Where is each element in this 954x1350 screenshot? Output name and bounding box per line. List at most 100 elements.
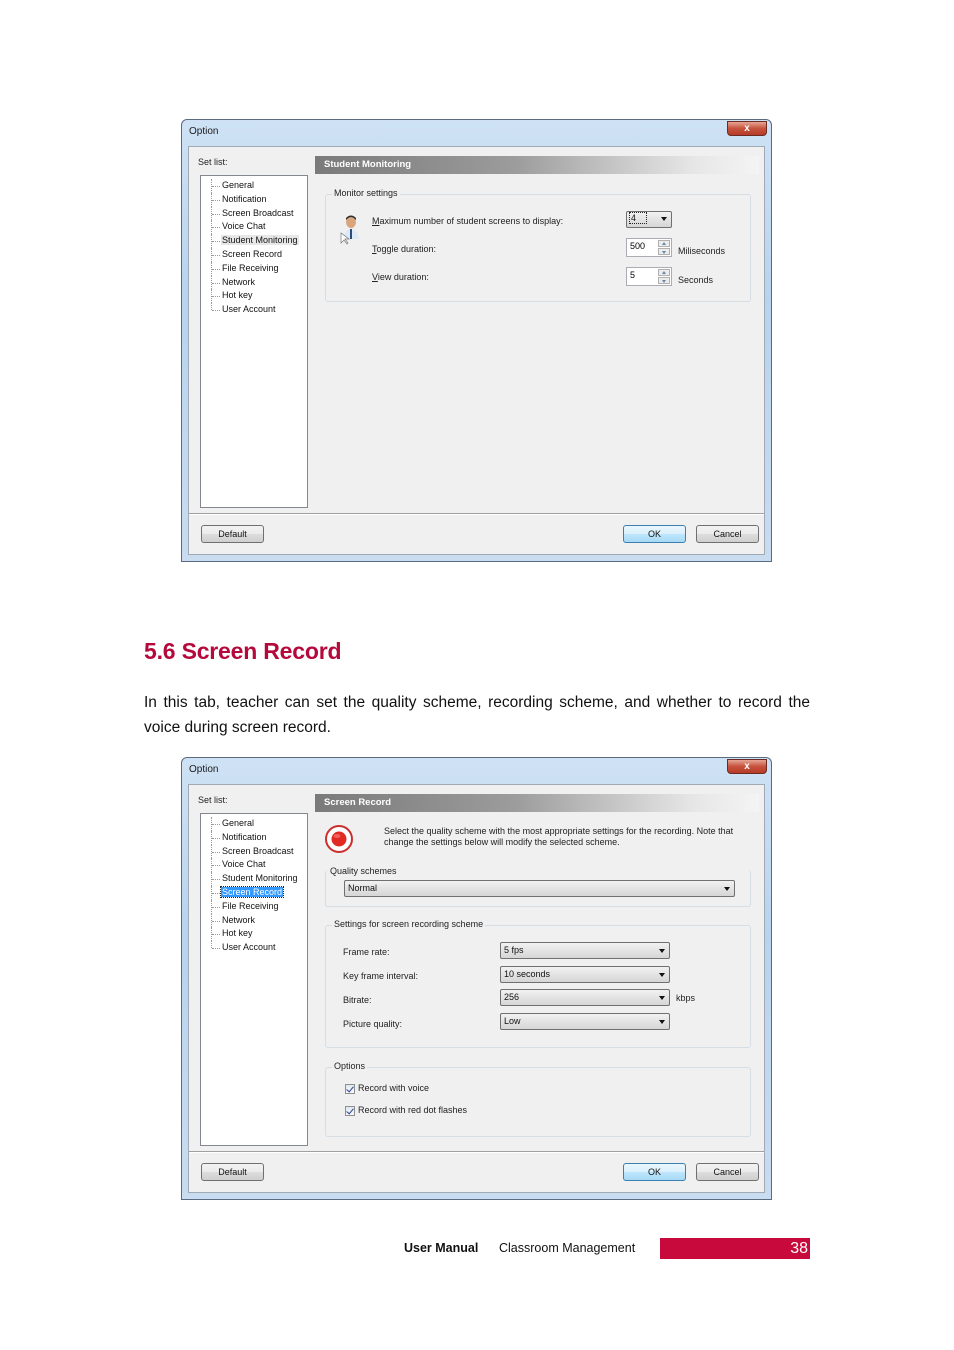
panel-header: Screen Record <box>315 794 759 812</box>
bitrate-combo[interactable]: 256 <box>500 989 670 1006</box>
toggle-duration-label: Toggle duration: <box>372 244 436 254</box>
tree-item-label: Voice Chat <box>222 221 266 232</box>
record-icon <box>325 825 353 853</box>
tree-item-voice-chat[interactable]: Voice Chat <box>209 858 299 872</box>
tree-item-user-account[interactable]: User Account <box>209 941 299 955</box>
group-title: Settings for screen recording scheme <box>332 919 486 929</box>
quality-schemes-group: Quality schemes Normal <box>325 866 751 907</box>
chevron-down-icon <box>659 973 665 977</box>
close-button[interactable]: x <box>727 121 767 136</box>
spin-down-icon[interactable] <box>658 248 670 255</box>
close-button[interactable]: x <box>727 759 767 774</box>
cancel-button[interactable]: Cancel <box>696 1163 759 1181</box>
chevron-down-icon <box>661 217 667 221</box>
ok-button[interactable]: OK <box>623 525 686 543</box>
group-title: Quality schemes <box>328 866 399 876</box>
toggle-duration-spinner[interactable]: 500 <box>626 238 672 257</box>
tree-item-hot-key[interactable]: Hot key <box>209 289 299 303</box>
tree-item-student-monitoring[interactable]: Student Monitoring <box>209 872 299 886</box>
spinner-value: 5 <box>630 270 636 280</box>
tree-item-label: Student Monitoring <box>221 235 299 246</box>
tree-item-hot-key[interactable]: Hot key <box>209 927 299 941</box>
combo-value: Normal <box>348 883 378 893</box>
tree-item-label: General <box>222 818 255 828</box>
ok-button[interactable]: OK <box>623 1163 686 1181</box>
tree-item-label: Network <box>222 914 256 925</box>
set-list-tree[interactable]: General Notification Screen Broadcast Vo… <box>200 813 308 1146</box>
tree-item-notification[interactable]: Notification <box>209 830 299 845</box>
frame-rate-combo[interactable]: 5 fps <box>500 942 670 959</box>
set-list-label: Set list: <box>198 157 228 167</box>
tree-item-general[interactable]: General <box>209 817 299 831</box>
group-title: Monitor settings <box>332 188 400 198</box>
combo-value: 5 fps <box>504 945 524 955</box>
section-paragraph: In this tab, teacher can set the quality… <box>144 694 810 736</box>
key-frame-interval-combo[interactable]: 10 seconds <box>500 966 670 983</box>
title-bar[interactable]: Option x <box>182 120 771 146</box>
window-title: Option <box>189 126 219 137</box>
tree-item-label: General <box>222 180 255 190</box>
tree-item-label: User Account <box>222 942 276 953</box>
tree-item-voice-chat[interactable]: Voice Chat <box>209 220 299 234</box>
view-duration-spinner[interactable]: 5 <box>626 267 672 286</box>
footer-title: User Manual <box>404 1241 479 1255</box>
tree-item-file-receiving[interactable]: File Receiving <box>209 899 299 914</box>
tree-item-label: Notification <box>222 193 267 204</box>
combo-value: 10 seconds <box>504 969 551 979</box>
tree-item-student-monitoring[interactable]: Student Monitoring <box>209 234 299 248</box>
tree-item-user-account[interactable]: User Account <box>209 303 299 317</box>
view-duration-unit: Seconds <box>678 275 714 285</box>
max-screens-combo[interactable]: 4 <box>626 211 672 228</box>
panel-title: Screen Record <box>324 797 392 808</box>
picture-quality-combo[interactable]: Low <box>500 1013 670 1030</box>
tree-item-label: Hot key <box>222 928 253 939</box>
record-description: Select the quality scheme with the most … <box>384 826 734 847</box>
spin-up-icon[interactable] <box>658 240 670 247</box>
quality-scheme-combo[interactable]: Normal <box>344 880 735 897</box>
spin-down-icon[interactable] <box>658 277 670 284</box>
view-duration-label: View duration: <box>372 272 429 282</box>
chevron-down-icon <box>659 1020 665 1024</box>
label-text: iew duration: <box>377 272 429 282</box>
frame-rate-label: Frame rate: <box>343 947 390 957</box>
tree-item-notification[interactable]: Notification <box>209 192 299 207</box>
combo-value: 256 <box>504 992 520 1002</box>
label-text: oggle duration: <box>376 244 437 254</box>
tree-item-label: Screen Record <box>222 248 283 259</box>
title-bar[interactable]: Option x <box>182 758 771 784</box>
tree-item-label: Network <box>222 276 256 287</box>
tree-item-label: File Receiving <box>222 262 279 273</box>
record-with-voice-label[interactable]: Record with voice <box>358 1083 429 1093</box>
page-number: 38 <box>790 1240 808 1257</box>
dialog-client-area: Set list: General Notification Screen Br… <box>188 146 765 555</box>
tree-item-file-receiving[interactable]: File Receiving <box>209 261 299 276</box>
record-red-dot-checkbox[interactable] <box>345 1106 355 1116</box>
combo-value: 4 <box>628 212 648 224</box>
student-monitor-icon <box>340 215 359 245</box>
option-dialog-student-monitoring: Option x Set list: General Notification … <box>181 119 772 562</box>
tree-item-label: Screen Broadcast <box>222 845 294 856</box>
tree-item-general[interactable]: General <box>209 179 299 193</box>
tree-item-screen-record[interactable]: Screen Record <box>209 247 299 262</box>
max-screens-label: Maximum number of student screens to dis… <box>372 216 563 226</box>
tree-item-network[interactable]: Network <box>209 275 299 290</box>
cancel-button[interactable]: Cancel <box>696 525 759 543</box>
set-list-tree[interactable]: General Notification Screen Broadcast Vo… <box>200 175 308 508</box>
spin-up-icon[interactable] <box>658 269 670 276</box>
window-title: Option <box>189 764 219 775</box>
toggle-duration-unit: Miliseconds <box>678 246 726 256</box>
record-with-voice-checkbox[interactable] <box>345 1084 355 1094</box>
tree-item-screen-broadcast[interactable]: Screen Broadcast <box>209 206 299 221</box>
record-red-dot-label[interactable]: Record with red dot flashes <box>358 1105 467 1115</box>
set-list-label: Set list: <box>198 795 228 805</box>
tree-item-screen-record[interactable]: Screen Record <box>209 885 299 900</box>
close-icon: x <box>744 123 750 134</box>
tree-item-network[interactable]: Network <box>209 913 299 928</box>
tree-item-screen-broadcast[interactable]: Screen Broadcast <box>209 844 299 859</box>
tree-item-label: Screen Broadcast <box>222 207 294 218</box>
recording-scheme-group: Settings for screen recording scheme Fra… <box>325 919 751 1048</box>
default-button[interactable]: Default <box>201 1163 264 1181</box>
default-button[interactable]: Default <box>201 525 264 543</box>
tree-item-label: Notification <box>222 831 267 842</box>
section-heading: 5.6 Screen Record <box>144 638 342 664</box>
